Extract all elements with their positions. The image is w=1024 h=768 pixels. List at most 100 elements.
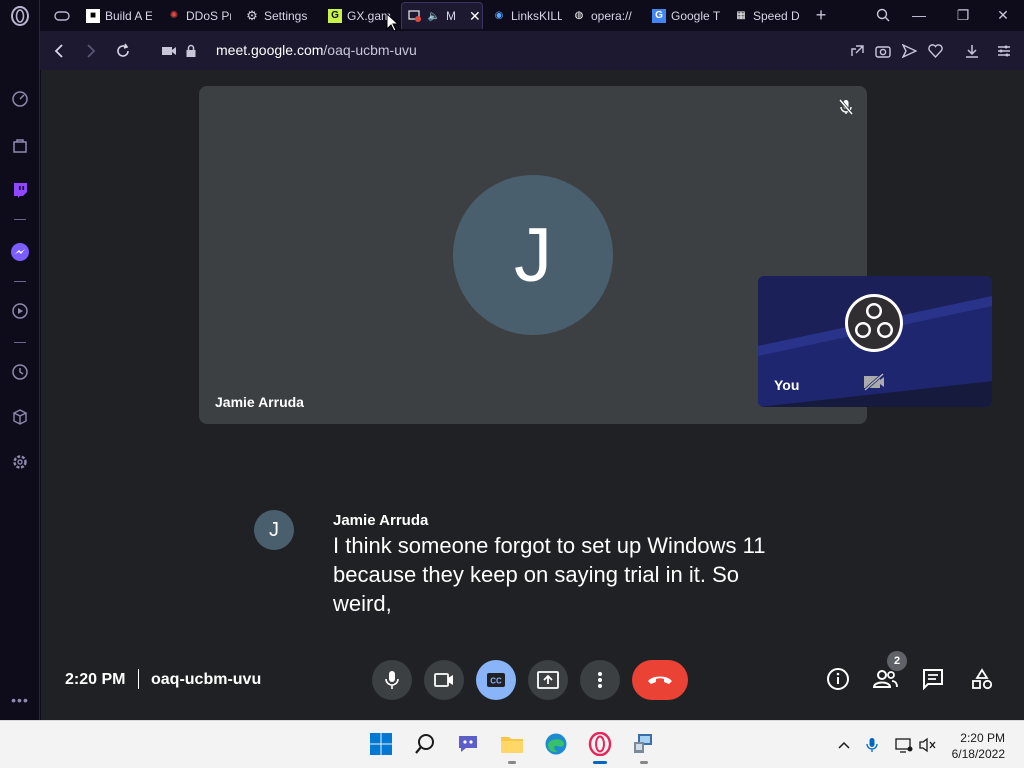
google-translate-icon: G — [652, 8, 666, 23]
microphone-tray-icon[interactable] — [862, 735, 882, 755]
more-options-button[interactable] — [580, 660, 620, 700]
tab-settings[interactable]: ⚙ Settings — [239, 2, 317, 29]
back-icon[interactable] — [48, 40, 70, 62]
taskbar-clock[interactable]: 2:20 PM 6/18/2022 — [952, 730, 1005, 762]
gear-icon[interactable] — [8, 450, 32, 474]
url-field[interactable]: meet.google.com/oaq-ucbm-uvu — [216, 42, 417, 58]
links-icon: ◉ — [494, 10, 504, 21]
shapes-icon — [972, 668, 993, 690]
history-icon[interactable] — [8, 360, 32, 384]
caption-text: I think someone forgot to set up Windows… — [333, 533, 766, 616]
network-icon[interactable] — [894, 735, 914, 755]
video-camera-icon — [434, 673, 453, 687]
easy-setup-icon[interactable] — [993, 40, 1015, 62]
captions-button[interactable]: CC — [476, 660, 516, 700]
address-bar: meet.google.com/oaq-ucbm-uvu — [40, 31, 1024, 70]
chat-button[interactable] — [920, 666, 946, 692]
messenger-icon[interactable] — [8, 240, 32, 264]
send-icon[interactable] — [898, 40, 920, 62]
meeting-time: 2:20 PM — [65, 671, 126, 688]
obs-logo-icon — [844, 293, 904, 353]
meeting-details-button[interactable] — [825, 666, 851, 692]
forward-icon[interactable] — [80, 40, 102, 62]
tab-links[interactable]: ◉ LinksKILL — [486, 2, 562, 29]
self-name-label: You — [774, 377, 800, 393]
browser-sidebar: ••• — [0, 0, 40, 720]
hang-up-icon — [648, 676, 672, 684]
more-icon[interactable]: ••• — [8, 688, 32, 712]
globe-icon: ◍ — [574, 10, 584, 21]
present-screen-button[interactable] — [528, 660, 568, 700]
gamepad-icon[interactable] — [48, 2, 72, 29]
tab-meet[interactable]: 🔈 M ✕ — [401, 2, 483, 29]
leave-call-button[interactable] — [632, 660, 688, 700]
lock-icon[interactable] — [180, 40, 202, 62]
windows-taskbar: 2:20 PM 6/18/2022 — [0, 720, 1024, 768]
camera-button[interactable] — [424, 660, 464, 700]
speaker-icon[interactable]: 🔈 — [427, 9, 441, 23]
gx-games-icon: G — [328, 8, 342, 23]
speed-dial-icon: ▦ — [736, 10, 746, 21]
snapshot-icon[interactable] — [872, 40, 894, 62]
caption-speaker: Jamie Arruda — [333, 512, 429, 529]
tab-speed-dial[interactable]: ▦ Speed D — [728, 2, 804, 29]
speedometer-icon[interactable] — [8, 87, 32, 111]
minimize-button[interactable]: — — [908, 4, 930, 26]
shopping-bag-icon[interactable] — [8, 133, 32, 157]
camera-indicator-icon[interactable] — [158, 40, 180, 62]
opera-menu-icon[interactable] — [8, 4, 32, 28]
reload-icon[interactable] — [112, 40, 134, 62]
info-icon — [827, 668, 849, 690]
vertical-dots-icon — [598, 672, 602, 688]
self-view-tile[interactable]: You — [758, 276, 992, 407]
tab-ddos[interactable]: ✺ DDoS Pr — [161, 2, 231, 29]
microphone-icon — [385, 671, 399, 689]
heart-icon[interactable] — [924, 40, 946, 62]
edge-icon[interactable] — [541, 729, 571, 759]
people-icon — [872, 670, 898, 688]
chevron-up-icon[interactable] — [834, 735, 854, 755]
search-icon[interactable] — [410, 729, 440, 759]
taskbar-time: 2:20 PM — [960, 731, 1005, 745]
tab-google-translate[interactable]: G Google T — [646, 2, 722, 29]
gear-icon: ⚙ — [246, 7, 258, 23]
new-tab-button[interactable]: + — [810, 4, 832, 26]
share-icon[interactable] — [846, 40, 868, 62]
svg-text:CC: CC — [490, 677, 502, 686]
search-tabs-icon[interactable] — [872, 4, 894, 26]
caption-avatar: J — [254, 510, 294, 550]
microphone-button[interactable] — [372, 660, 412, 700]
mic-off-icon — [837, 98, 855, 116]
windows-start-icon[interactable] — [366, 729, 396, 759]
present-icon — [537, 671, 559, 689]
chat-icon[interactable] — [453, 729, 483, 759]
network-app-icon[interactable] — [629, 729, 659, 764]
taskbar-date: 6/18/2022 — [951, 747, 1005, 761]
close-window-button[interactable]: ✕ — [992, 4, 1014, 26]
twitch-icon[interactable] — [8, 178, 32, 202]
screen: ••• ■ Build A E ✺ DDoS Pr ⚙ Settings G G… — [0, 0, 1024, 768]
activities-button[interactable] — [969, 666, 995, 692]
participant-name: Jamie Arruda — [215, 394, 304, 410]
close-tab-icon[interactable]: ✕ — [469, 8, 481, 25]
meeting-controls: 2:20 PM oaq-ucbm-uvu CC 2 — [41, 651, 1024, 705]
tab-opera[interactable]: ◍ opera:// — [566, 2, 642, 29]
camera-off-icon — [862, 372, 886, 392]
ddos-icon: ✺ — [169, 10, 179, 21]
chat-icon — [923, 669, 943, 690]
file-explorer-icon[interactable] — [497, 729, 527, 764]
volume-muted-icon[interactable] — [918, 735, 938, 755]
tab-build-a[interactable]: ■ Build A E — [80, 2, 152, 29]
extensions-cube-icon[interactable] — [8, 405, 32, 429]
tab-gx-games[interactable]: G GX.gam — [322, 2, 394, 29]
opera-gx-icon[interactable] — [585, 729, 615, 764]
meet-stage: J Jamie Arruda You J Jamie Arruda I thin… — [41, 70, 1024, 720]
meet-icon — [408, 9, 422, 23]
restore-button[interactable]: ❐ — [952, 4, 974, 26]
closed-captions-icon: CC — [487, 673, 505, 687]
tab-strip: ■ Build A E ✺ DDoS Pr ⚙ Settings G GX.ga… — [40, 0, 1024, 31]
mouse-cursor-icon — [386, 13, 399, 32]
player-icon[interactable] — [8, 299, 32, 323]
people-button[interactable] — [872, 666, 898, 692]
download-icon[interactable] — [961, 40, 983, 62]
